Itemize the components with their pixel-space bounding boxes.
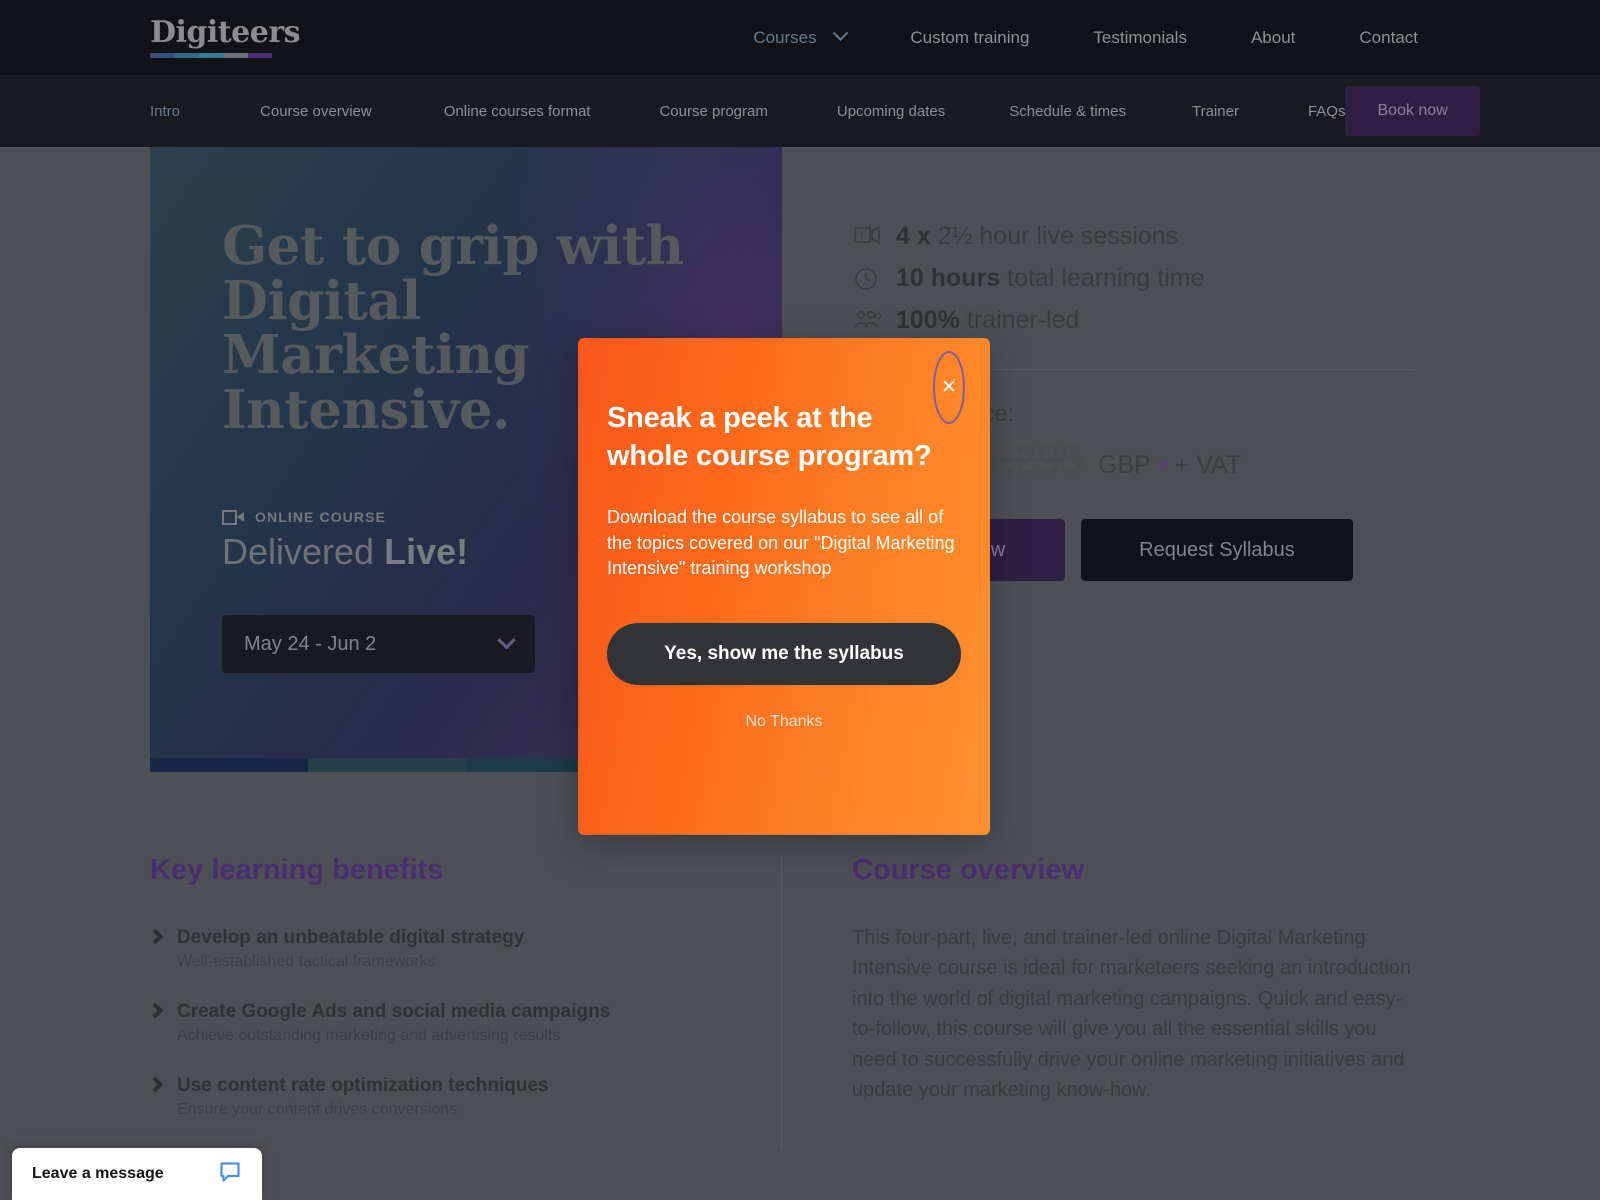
chevron-down-icon bbox=[497, 630, 516, 650]
subnav-item-faqs[interactable]: FAQs bbox=[1308, 103, 1346, 120]
chevron-right-icon bbox=[147, 1002, 164, 1019]
hero-title-line-3: Marketing bbox=[222, 324, 530, 387]
section-navigation: Intro Course overview Online courses for… bbox=[0, 75, 1600, 147]
subnav-item-upcoming-dates[interactable]: Upcoming dates bbox=[837, 103, 945, 120]
nav-item-contact[interactable]: Contact bbox=[1327, 28, 1450, 48]
hero-title-line-1: Get to grip with bbox=[222, 215, 684, 277]
benefit-title: Create Google Ads and social media campa… bbox=[177, 1001, 611, 1022]
benefit-subtitle: Ensure your content drives conversions bbox=[177, 1101, 458, 1118]
course-specs-list: ! 4 x 2½ hour live sessions 10 hours tot… bbox=[854, 222, 1450, 335]
spec-trainer-rest: trainer-led bbox=[966, 306, 1080, 334]
currency-selector[interactable]: GBP + VAT bbox=[1098, 451, 1241, 480]
delivered-strong: Live! bbox=[384, 531, 469, 573]
overview-body: This four-part, live, and trainer-led on… bbox=[852, 927, 1412, 1101]
subnav-item-online-courses-format[interactable]: Online courses format bbox=[444, 103, 591, 120]
subnav-item-course-overview[interactable]: Course overview bbox=[260, 103, 372, 120]
subnav-item-trainer[interactable]: Trainer bbox=[1192, 103, 1239, 120]
chevron-right-icon bbox=[147, 928, 164, 945]
close-icon[interactable]: ✕ bbox=[933, 351, 965, 424]
spec-hours-rest: total learning time bbox=[1007, 264, 1205, 292]
benefits-heading: Key learning benefits bbox=[150, 854, 444, 886]
modal-title: Sneak a peek at the whole course program… bbox=[607, 402, 932, 472]
nav-item-testimonials[interactable]: Testimonials bbox=[1061, 28, 1219, 48]
subnav-item-course-program[interactable]: Course program bbox=[659, 103, 767, 120]
chevron-down-icon bbox=[833, 24, 849, 41]
subnav-item-schedule-times[interactable]: Schedule & times bbox=[1009, 103, 1126, 120]
book-now-button[interactable]: Book now bbox=[1345, 86, 1480, 136]
course-overview-column: Course overview This four-part, live, an… bbox=[782, 854, 1450, 1149]
chat-widget[interactable]: Leave a message bbox=[12, 1148, 262, 1200]
benefit-subtitle: Achieve outstanding marketing and advert… bbox=[177, 1027, 561, 1044]
spec-trainer-strong: 100% bbox=[896, 306, 967, 334]
modal-body: Download the course syllabus to see all … bbox=[607, 507, 955, 579]
key-learning-benefits-column: Key learning benefits Develop an unbeata… bbox=[147, 854, 782, 1149]
nav-item-courses-label: Courses bbox=[753, 27, 817, 47]
svg-text:!: ! bbox=[861, 230, 864, 240]
overview-heading: Course overview bbox=[852, 854, 1085, 886]
video-camera-icon bbox=[222, 509, 244, 525]
chat-widget-label: Leave a message bbox=[32, 1165, 164, 1182]
list-item: Create Google Ads and social media campa… bbox=[147, 1001, 721, 1045]
chat-bubble-icon bbox=[218, 1160, 242, 1189]
benefit-title: Use content rate optimization techniques bbox=[177, 1075, 549, 1096]
syllabus-promo-modal: ✕ Sneak a peek at the whole course progr… bbox=[578, 338, 990, 835]
chevron-right-icon bbox=[147, 1076, 164, 1093]
site-header: Digiteers Courses Custom training Testim… bbox=[0, 0, 1600, 75]
spec-item-trainer-led: 100% trainer-led bbox=[854, 306, 1450, 335]
logo-text: Digiteers bbox=[150, 14, 301, 50]
hero-title-line-2: Digital bbox=[222, 269, 421, 332]
spec-item-sessions: ! 4 x 2½ hour live sessions bbox=[854, 222, 1450, 251]
request-syllabus-button[interactable]: Request Syllabus bbox=[1081, 519, 1353, 581]
spec-item-hours: 10 hours total learning time bbox=[854, 264, 1450, 293]
online-course-label: ONLINE COURSE bbox=[255, 509, 386, 526]
clock-icon bbox=[854, 267, 880, 291]
benefit-subtitle: Well-established tactical frameworks bbox=[177, 953, 436, 970]
benefit-title: Develop an unbeatable digital strategy bbox=[177, 927, 525, 948]
logo-underline-gradient bbox=[150, 52, 272, 58]
nav-item-courses[interactable]: Courses bbox=[721, 24, 878, 48]
subnav-item-intro[interactable]: Intro bbox=[150, 103, 180, 120]
content-band: Key learning benefits Develop an unbeata… bbox=[0, 854, 1600, 1149]
benefits-list: Develop an unbeatable digital strategy W… bbox=[147, 927, 721, 1119]
no-thanks-button[interactable]: No Thanks bbox=[745, 713, 822, 731]
list-item: Develop an unbeatable digital strategy W… bbox=[147, 927, 721, 971]
spec-sessions-rest: 2½ hour live sessions bbox=[937, 222, 1179, 250]
nav-item-about[interactable]: About bbox=[1219, 28, 1327, 48]
list-item: Use content rate optimization techniques… bbox=[147, 1075, 721, 1119]
video-camera-icon: ! bbox=[854, 225, 880, 249]
delivered-prefix: Delivered bbox=[222, 531, 385, 573]
main-navigation: Courses Custom training Testimonials Abo… bbox=[721, 24, 1450, 48]
section-navigation-links: Intro Course overview Online courses for… bbox=[150, 103, 1345, 120]
show-syllabus-button[interactable]: Yes, show me the syllabus bbox=[607, 623, 961, 686]
currency-value: GBP bbox=[1097, 451, 1151, 479]
date-range-select[interactable]: May 24 - Jun 2 bbox=[222, 615, 535, 674]
vat-note: + VAT bbox=[1174, 451, 1242, 479]
people-icon bbox=[854, 309, 882, 333]
hero-title-line-4: Intensive. bbox=[222, 378, 511, 441]
chevron-down-icon bbox=[1157, 462, 1168, 469]
spec-sessions-strong: 4 x bbox=[896, 222, 938, 250]
date-range-value: May 24 - Jun 2 bbox=[244, 632, 377, 655]
nav-item-custom-training[interactable]: Custom training bbox=[878, 28, 1061, 48]
spec-hours-strong: 10 hours bbox=[896, 264, 1008, 292]
site-logo[interactable]: Digiteers bbox=[150, 14, 301, 58]
